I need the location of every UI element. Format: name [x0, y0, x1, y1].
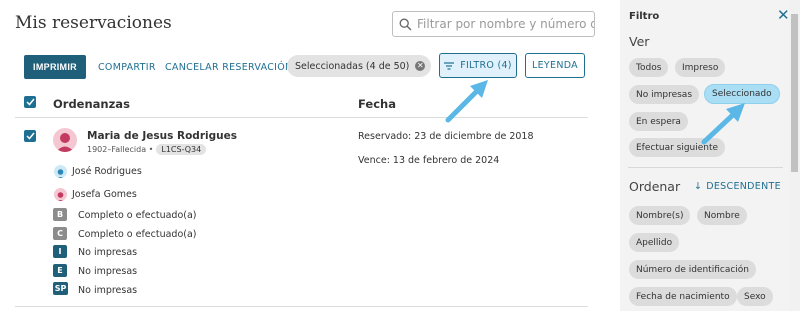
female-avatar-icon	[53, 128, 77, 152]
filter-button-label: FILTRO (4)	[460, 60, 512, 71]
arrow-down-icon: ↓	[694, 181, 703, 192]
ordinance-badge-sp: SP	[53, 282, 68, 295]
male-avatar-icon	[54, 165, 67, 178]
print-button[interactable]: IMPRIMIR	[24, 55, 86, 79]
ordinance-badge-i: I	[53, 245, 67, 258]
search-box[interactable]	[392, 11, 595, 37]
ordinance-status: No impresas	[78, 247, 138, 258]
ordinance-status: Completo o efectuado(a)	[78, 229, 197, 240]
view-option-printed[interactable]: Impreso	[675, 58, 726, 77]
view-option-on-hold[interactable]: En espera	[629, 112, 688, 131]
lifespan-text: 1902–Fallecida •	[87, 145, 154, 154]
legend-button[interactable]: LEYENDA	[525, 53, 585, 78]
column-header-date: Fecha	[358, 97, 396, 111]
sort-direction-label: DESCENDENTE	[706, 181, 781, 192]
sort-option-given-names[interactable]: Nombre(s)	[629, 206, 691, 225]
ordinance-badge-c: C	[53, 227, 67, 240]
expires-date: Vence: 13 de febrero de 2024	[358, 155, 500, 166]
check-icon	[25, 98, 35, 106]
sort-direction-toggle[interactable]: ↓ DESCENDENTE	[694, 181, 781, 192]
column-header-ordinances: Ordenanzas	[53, 97, 130, 111]
selected-count-chip: Seleccionadas (4 de 50) ✕	[287, 55, 432, 77]
share-button[interactable]: COMPARTIR	[98, 62, 156, 73]
sort-option-surname[interactable]: Apellido	[629, 233, 680, 252]
reservations-main: Mis reservaciones IMPRIMIR COMPARTIR CAN…	[0, 0, 600, 311]
ordinance-status: No impresas	[78, 285, 138, 296]
select-all-checkbox[interactable]	[24, 96, 36, 108]
close-icon[interactable]: ✕	[777, 6, 790, 24]
person-name[interactable]: Maria de Jesus Rodrigues	[87, 130, 237, 142]
search-input[interactable]	[417, 17, 594, 31]
reserved-date: Reservado: 23 de diciembre de 2018	[358, 131, 534, 142]
sort-option-sex[interactable]: Sexo	[737, 287, 773, 306]
view-option-selected[interactable]: Seleccionado	[704, 84, 780, 104]
female-avatar-icon	[54, 188, 67, 201]
view-option-all[interactable]: Todos	[629, 58, 669, 77]
check-icon	[25, 132, 35, 140]
ordinance-status: No impresas	[78, 266, 138, 277]
cancel-reservation-button[interactable]: CANCELAR RESERVACIÓN	[165, 62, 292, 73]
filter-panel-title: Filtro	[629, 11, 660, 22]
header-divider	[15, 117, 588, 118]
row-checkbox[interactable]	[24, 130, 36, 142]
page-title: Mis reservaciones	[15, 13, 172, 33]
view-section-label: Ver	[629, 34, 650, 49]
filter-icon	[444, 61, 455, 70]
ordinance-badge-b: B	[53, 208, 67, 221]
clear-selection-icon[interactable]: ✕	[415, 61, 426, 71]
sort-option-birth-date[interactable]: Fecha de nacimiento	[629, 287, 737, 306]
ordinance-badge-e: E	[53, 264, 67, 277]
selected-count-label: Seleccionadas (4 de 50)	[295, 60, 410, 72]
person-id-badge: L1CS-Q34	[156, 144, 207, 155]
search-icon	[399, 18, 412, 30]
person-meta: 1902–Fallecida • L1CS-Q34	[87, 144, 207, 155]
callout-arrow-icon	[445, 80, 488, 123]
sort-section-label: Ordenar	[629, 179, 681, 194]
relative-mother[interactable]: Josefa Gomes	[72, 189, 137, 200]
panel-scrollbar-thumb[interactable]	[791, 14, 798, 172]
sort-option-id-number[interactable]: Número de identificación	[629, 260, 756, 279]
row-divider	[15, 306, 588, 307]
ordinance-status: Completo o efectuado(a)	[78, 210, 197, 221]
sort-option-name[interactable]: Nombre	[697, 206, 747, 225]
filter-button[interactable]: FILTRO (4)	[439, 53, 517, 78]
relative-father[interactable]: José Rodrigues	[72, 166, 142, 177]
view-option-not-printed[interactable]: No impresas	[629, 85, 700, 104]
view-option-do-next[interactable]: Efectuar siguiente	[629, 138, 726, 157]
panel-divider	[628, 167, 783, 168]
filter-panel: Filtro ✕ Ver Todos Impreso No impresas S…	[620, 0, 800, 311]
